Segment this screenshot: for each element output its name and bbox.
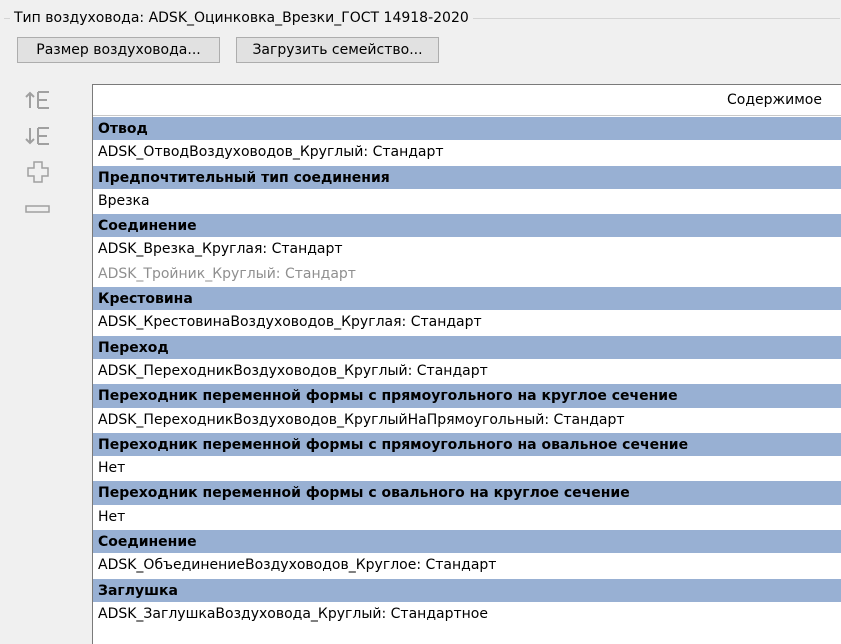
table-row[interactable]: ADSK_Тройник_Круглый: Стандарт (93, 261, 841, 287)
move-up-icon[interactable] (22, 86, 54, 114)
table-body: Отвод ADSK_ОтводВоздуховодов_Круглый: Ста… (93, 116, 841, 627)
table-row[interactable]: ADSK_ПереходникВоздуховодов_КруглыйНаПря… (93, 407, 841, 432)
table-row[interactable]: ADSK_КрестовинаВоздуховодов_Круглая: Ста… (93, 310, 841, 335)
category-row: Отвод (93, 116, 841, 141)
category-row: Заглушка (93, 577, 841, 602)
table-row[interactable]: Нет (93, 504, 841, 530)
category-row: Переход (93, 334, 841, 359)
routing-preferences-panel: Тип воздуховода: ADSK_Оцинковка_Врезки_Г… (0, 0, 841, 644)
category-row: Переходник переменной формы с прямоуголь… (93, 383, 841, 408)
category-row: Предпочтительный тип соединения (93, 164, 841, 189)
category-row: Соединение (93, 529, 841, 554)
category-row: Переходник переменной формы с овального … (93, 480, 841, 505)
table-row[interactable]: ADSK_ЗаглушкаВоздуховода_Круглый: Станда… (93, 601, 841, 627)
table-row[interactable]: Нет (93, 456, 841, 481)
add-icon[interactable] (22, 158, 54, 186)
table-row[interactable]: ADSK_ОтводВоздуховодов_Круглый: Стандарт (93, 140, 841, 165)
table-row[interactable]: ADSK_ОбъединениеВоздуховодов_Круглое: Ст… (93, 553, 841, 578)
category-row: Крестовина (93, 286, 841, 311)
duct-type-title: Тип воздуховода: ADSK_Оцинковка_Врезки_Г… (10, 9, 473, 27)
column-header-contents[interactable]: Содержимое (727, 91, 822, 109)
duct-size-button[interactable]: Размер воздуховода... (17, 37, 220, 63)
table-row[interactable]: ADSK_Врезка_Круглая: Стандарт (93, 237, 841, 262)
category-row: Соединение (93, 213, 841, 238)
table-header: Содержимое (93, 85, 841, 116)
load-family-button[interactable]: Загрузить семейство... (236, 37, 439, 63)
move-down-icon[interactable] (22, 122, 54, 150)
category-row: Переходник переменной формы с прямоуголь… (93, 431, 841, 457)
remove-icon[interactable] (22, 195, 54, 223)
table-row[interactable]: Врезка (93, 188, 841, 214)
table-row[interactable]: ADSK_ПереходникВоздуховодов_Круглый: Ста… (93, 358, 841, 384)
routing-preferences-table: Содержимое Отвод ADSK_ОтводВоздуховодов_К… (92, 84, 841, 644)
